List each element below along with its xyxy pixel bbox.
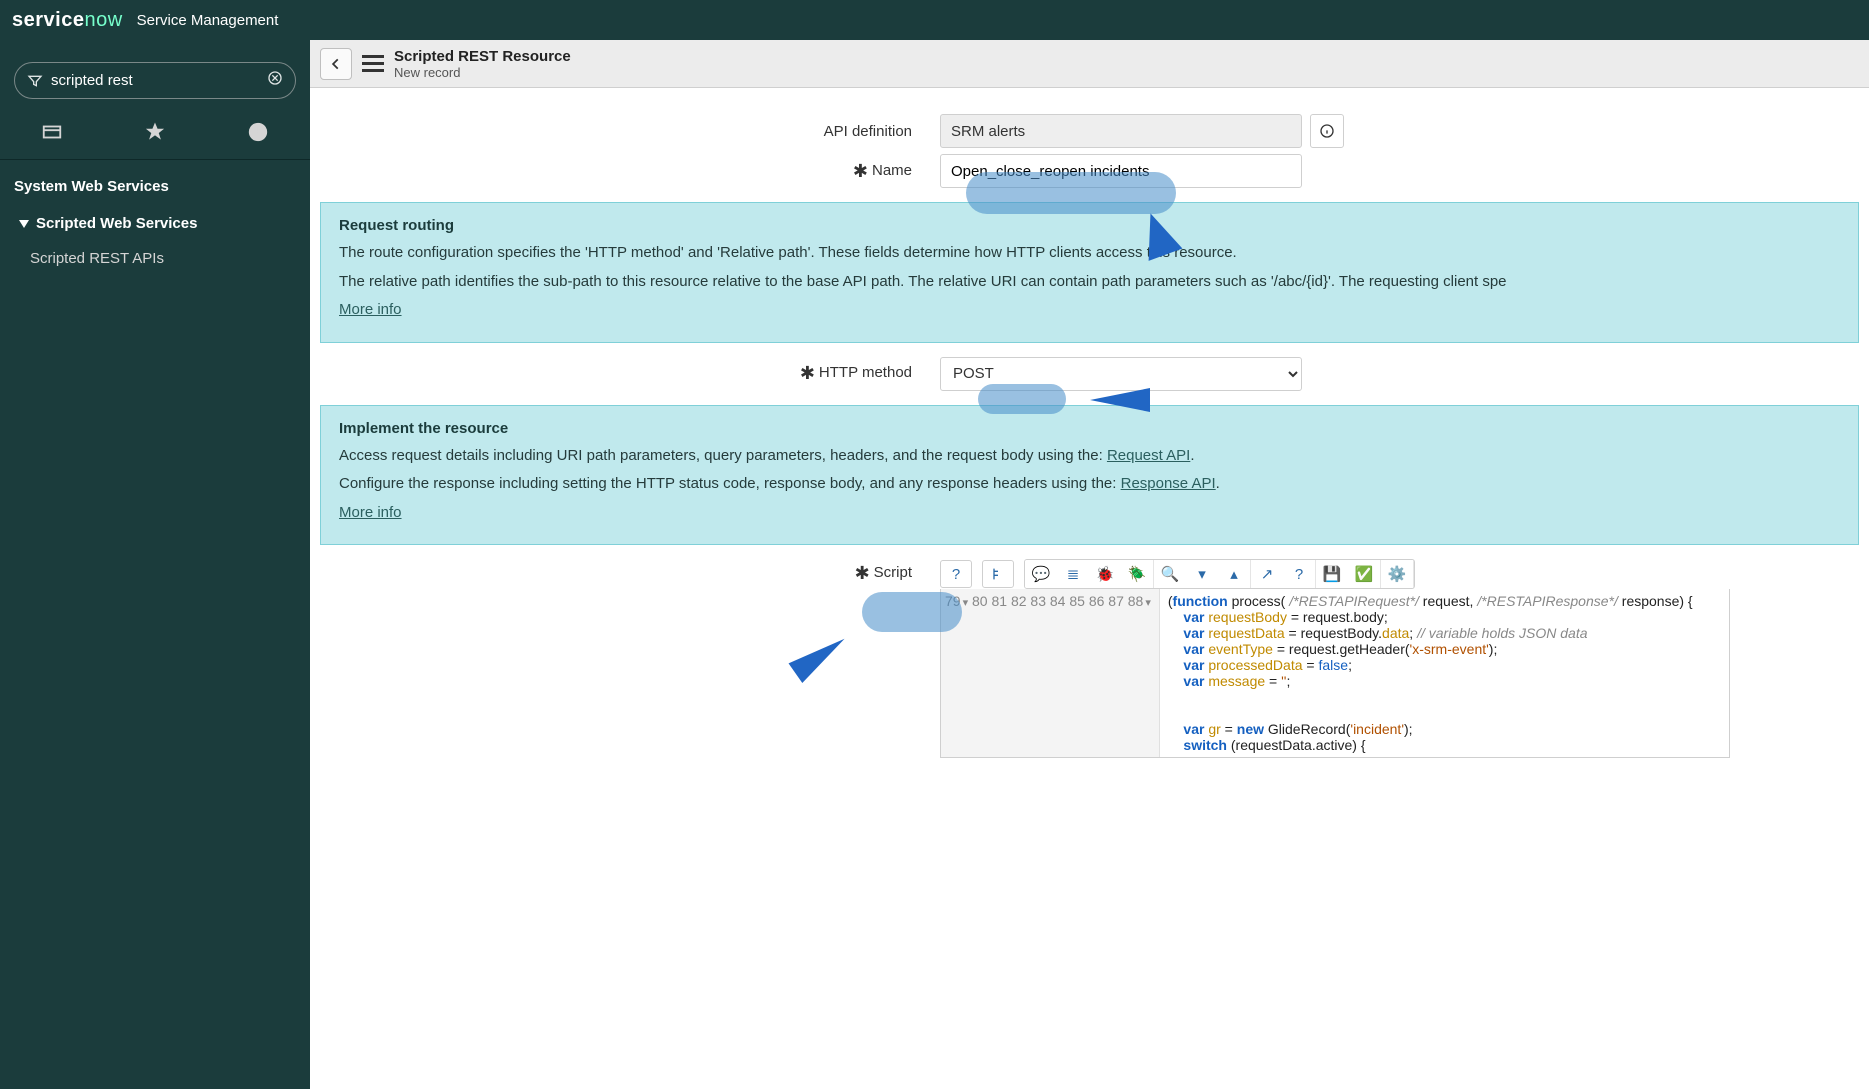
toolbar-search-icon[interactable]: 🔍	[1154, 560, 1186, 588]
form-header: Scripted REST Resource New record	[310, 40, 1869, 88]
form-subtitle: New record	[394, 65, 571, 80]
nav-module-heading[interactable]: System Web Services	[0, 160, 310, 203]
history-icon[interactable]	[247, 121, 269, 147]
toolbar-debug-in-icon[interactable]: 🐞	[1089, 560, 1121, 588]
form-header-text: Scripted REST Resource New record	[394, 48, 571, 80]
nav-item-scripted-rest-apis[interactable]: Scripted REST APIs	[0, 240, 310, 277]
editor-gutter: 79▾ 80 81 82 83 84 85 86 87 88▾	[941, 589, 1160, 757]
main: Scripted REST Resource New record API de…	[310, 40, 1869, 1089]
toolbar-validate-icon[interactable]: ✅	[1348, 560, 1380, 588]
panel-request-routing: Request routing The route configuration …	[320, 202, 1859, 343]
panel-routing-p1: The route configuration specifies the 'H…	[339, 242, 1840, 265]
label-http-method-text: HTTP method	[819, 364, 912, 381]
toolbar-popout-icon[interactable]: ↗	[1251, 560, 1283, 588]
toolbar-format-icon[interactable]: ≣	[1057, 560, 1089, 588]
filter-icon	[27, 73, 43, 89]
form-menu-icon[interactable]	[362, 55, 384, 72]
clear-filter-icon[interactable]	[267, 69, 283, 92]
nav-icon-row	[0, 107, 310, 160]
nav-subheading-label: Scripted Web Services	[36, 215, 197, 232]
all-apps-icon[interactable]	[41, 121, 63, 147]
label-api-definition: API definition	[310, 123, 940, 140]
field-api-definition[interactable]	[940, 114, 1302, 148]
panel-implement-p2: Configure the response including setting…	[339, 473, 1840, 496]
label-name-text: Name	[872, 162, 912, 179]
form-body: API definition ✱Name Request routing Th	[310, 88, 1869, 1089]
api-definition-info-button[interactable]	[1310, 114, 1344, 148]
brand-logo-b: now	[84, 9, 122, 31]
label-http-method: ✱HTTP method	[310, 363, 940, 384]
nav-filter[interactable]	[14, 62, 296, 99]
brand-logo: servicenow	[12, 9, 123, 32]
back-button[interactable]	[320, 48, 352, 80]
panel-implement: Implement the resource Access request de…	[320, 405, 1859, 546]
panel-implement-p2-text: Configure the response including setting…	[339, 475, 1121, 492]
nav-filter-input[interactable]	[51, 72, 259, 89]
script-help-icon[interactable]: ?	[940, 560, 972, 588]
toolbar-help-icon[interactable]: ?	[1283, 560, 1315, 588]
request-api-link[interactable]: Request API	[1107, 447, 1190, 464]
toolbar-run-icon[interactable]: ⚙️	[1381, 560, 1413, 588]
form-title: Scripted REST Resource	[394, 48, 571, 65]
panel-implement-p1: Access request details including URI pat…	[339, 445, 1840, 468]
row-api-definition: API definition	[310, 114, 1869, 148]
nav-module-subheading[interactable]: Scripted Web Services	[0, 203, 310, 240]
label-script-text: Script	[874, 564, 912, 581]
script-toolbar: 💬 ≣ 🐞 🪲 🔍 ▾ ▴ ↗	[1024, 559, 1415, 589]
toolbar-save-icon[interactable]: 💾	[1316, 560, 1348, 588]
row-http-method: ✱HTTP method POST	[310, 357, 1869, 391]
panel-routing-p2: The relative path identifies the sub-pat…	[339, 271, 1840, 294]
editor-code[interactable]: (function process( /*RESTAPIRequest*/ re…	[1160, 589, 1701, 757]
panel-implement-moreinfo-link[interactable]: More info	[339, 504, 402, 521]
brand-logo-a: service	[12, 9, 84, 31]
panel-routing-title: Request routing	[339, 217, 1840, 234]
response-api-link[interactable]: Response API	[1121, 475, 1216, 492]
toolbar-scroll-up-icon[interactable]: ▴	[1218, 560, 1250, 588]
row-name: ✱Name	[310, 154, 1869, 188]
panel-routing-moreinfo-link[interactable]: More info	[339, 301, 402, 318]
toolbar-scroll-down-icon[interactable]: ▾	[1186, 560, 1218, 588]
toolbar-comment-icon[interactable]: 💬	[1025, 560, 1057, 588]
row-script: ✱Script ? 💬 ≣ 🐞 🪲	[310, 559, 1869, 758]
left-nav: System Web Services Scripted Web Service…	[0, 40, 310, 1089]
panel-implement-p1-text: Access request details including URI pat…	[339, 447, 1107, 464]
field-name[interactable]	[940, 154, 1302, 188]
field-http-method[interactable]: POST	[940, 357, 1302, 391]
toolbar-debug-out-icon[interactable]: 🪲	[1121, 560, 1153, 588]
favorites-icon[interactable]	[144, 121, 166, 147]
label-name: ✱Name	[310, 161, 940, 182]
banner: servicenow Service Management	[0, 0, 1869, 40]
label-script: ✱Script	[310, 559, 940, 584]
panel-implement-title: Implement the resource	[339, 420, 1840, 437]
script-editor[interactable]: 79▾ 80 81 82 83 84 85 86 87 88▾ (functio…	[940, 589, 1730, 758]
product-name: Service Management	[137, 12, 279, 29]
script-tree-icon[interactable]	[982, 560, 1014, 588]
